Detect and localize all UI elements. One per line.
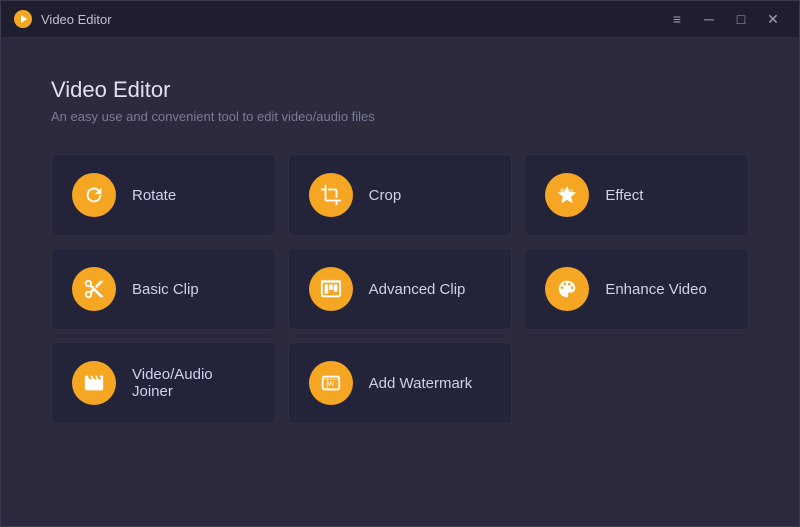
rotate-label: Rotate	[132, 187, 176, 204]
add-watermark-label: Add Watermark	[369, 375, 473, 392]
effect-icon-circle	[545, 173, 589, 217]
watermark-icon: W	[320, 372, 342, 394]
advanced-clip-button[interactable]: Advanced Clip	[288, 248, 513, 330]
title-bar: Video Editor ≡ ─ □ ✕	[1, 1, 799, 37]
tools-grid: Rotate Crop	[51, 154, 749, 424]
rotate-icon	[83, 184, 105, 206]
window-title: Video Editor	[41, 12, 112, 27]
empty-cell	[524, 342, 749, 424]
crop-icon-circle	[309, 173, 353, 217]
advanced-clip-label: Advanced Clip	[369, 281, 466, 298]
minimize-button[interactable]: ─	[695, 7, 723, 31]
scissors-icon	[83, 278, 105, 300]
enhance-video-button[interactable]: Enhance Video	[524, 248, 749, 330]
basic-clip-icon-circle	[72, 267, 116, 311]
watermark-icon-circle: W	[309, 361, 353, 405]
rotate-icon-circle	[72, 173, 116, 217]
effect-icon	[556, 184, 578, 206]
page-subtitle: An easy use and convenient tool to edit …	[51, 109, 749, 124]
crop-button[interactable]: Crop	[288, 154, 513, 236]
advanced-clip-icon	[320, 278, 342, 300]
video-audio-joiner-label: Video/Audio Joiner	[132, 366, 213, 400]
palette-icon	[556, 278, 578, 300]
page-title: Video Editor	[51, 77, 749, 103]
maximize-button[interactable]: □	[727, 7, 755, 31]
menu-button[interactable]: ≡	[663, 7, 691, 31]
add-watermark-button[interactable]: W Add Watermark	[288, 342, 513, 424]
crop-icon	[320, 184, 342, 206]
app-icon	[13, 9, 33, 29]
svg-text:W: W	[327, 379, 334, 388]
effect-button[interactable]: Effect	[524, 154, 749, 236]
main-window: Video Editor ≡ ─ □ ✕ Video Editor An eas…	[0, 0, 800, 527]
close-button[interactable]: ✕	[759, 7, 787, 31]
basic-clip-label: Basic Clip	[132, 281, 199, 298]
main-content: Video Editor An easy use and convenient …	[1, 37, 799, 526]
film-icon-circle	[72, 361, 116, 405]
advanced-clip-icon-circle	[309, 267, 353, 311]
video-audio-joiner-button[interactable]: Video/Audio Joiner	[51, 342, 276, 424]
title-bar-left: Video Editor	[13, 9, 112, 29]
film-icon	[83, 372, 105, 394]
crop-label: Crop	[369, 187, 402, 204]
title-bar-controls: ≡ ─ □ ✕	[663, 7, 787, 31]
basic-clip-button[interactable]: Basic Clip	[51, 248, 276, 330]
enhance-video-label: Enhance Video	[605, 281, 706, 298]
enhance-video-icon-circle	[545, 267, 589, 311]
effect-label: Effect	[605, 187, 643, 204]
rotate-button[interactable]: Rotate	[51, 154, 276, 236]
